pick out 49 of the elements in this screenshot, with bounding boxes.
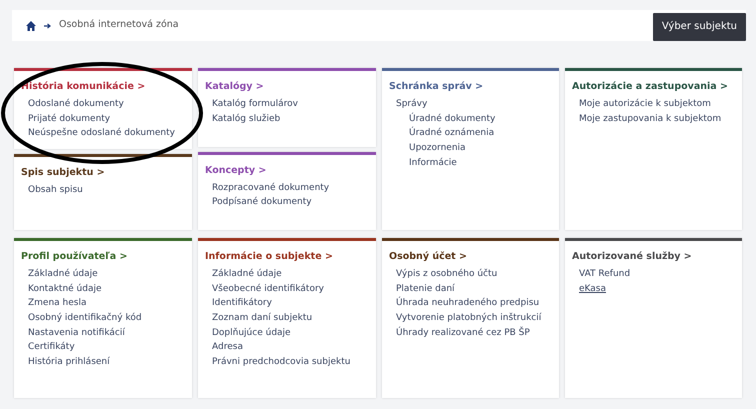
home-icon[interactable] [26, 20, 36, 30]
card-title-link[interactable]: Schránka správ > [389, 80, 552, 94]
menu-link[interactable]: Podpísané dokumenty [205, 195, 369, 210]
menu-link[interactable]: Zoznam daní subjektu [205, 311, 369, 326]
menu-link[interactable]: Nastavenia notifikácií [21, 326, 185, 340]
card-title-link[interactable]: Spis subjektu > [21, 166, 185, 180]
card-title-link[interactable]: Informácie o subjekte > [205, 250, 369, 264]
menu-link[interactable]: Obsah spisu [21, 183, 185, 198]
menu-link[interactable]: Upozornenia [389, 141, 552, 156]
menu-link[interactable]: Úradné oznámenia [389, 126, 552, 142]
card-title-link[interactable]: Koncepty > [205, 164, 369, 178]
select-subject-button[interactable]: Výber subjektu [652, 12, 746, 40]
menu-link[interactable]: Identifikátory [205, 296, 369, 312]
card-title-link[interactable]: Profil používateľa > [21, 250, 185, 264]
menu-link[interactable]: Prijaté dokumenty [21, 112, 185, 126]
menu-link[interactable]: Úhrada neuhradeného predpisu [389, 296, 552, 312]
menu-link[interactable]: Zmena hesla [21, 296, 185, 312]
menu-link[interactable]: Moje zastupovania k subjektom [572, 112, 735, 126]
menu-link[interactable]: Moje autorizácie k subjektom [572, 97, 735, 112]
menu-link[interactable]: Všeobecné identifikátory [205, 282, 369, 296]
menu-link[interactable]: Rozpracované dokumenty [205, 180, 369, 196]
menu-link[interactable]: VAT Refund [572, 267, 735, 282]
menu-link[interactable]: Katalóg služieb [205, 112, 369, 126]
menu-link[interactable]: Neúspešne odoslané dokumenty [21, 126, 185, 142]
menu-link[interactable]: Úhrady realizované cez PB ŠP [389, 326, 552, 340]
menu-link[interactable]: Právni predchodcovia subjektu [205, 354, 369, 370]
menu-link[interactable]: Platenie daní [389, 282, 552, 296]
card-title-link[interactable]: Autorizované služby > [572, 250, 735, 264]
menu-link[interactable]: Adresa [205, 340, 369, 355]
card-title-link[interactable]: Katalógy > [205, 80, 369, 94]
menu-link[interactable]: Certifikáty [21, 340, 185, 355]
menu-link[interactable]: eKasa [572, 282, 735, 296]
menu-link[interactable]: Odoslané dokumenty [21, 97, 185, 112]
menu-link[interactable]: Základné údaje [205, 267, 369, 282]
menu-link[interactable]: Kontaktné údaje [21, 282, 185, 296]
arrow-icon [44, 22, 51, 28]
menu-link[interactable]: Základné údaje [21, 267, 185, 282]
card-title-link[interactable]: Osobný účet > [389, 250, 552, 264]
breadcrumb-link[interactable]: Osobná internetová zóna [59, 18, 179, 33]
menu-link[interactable]: Správy [389, 97, 552, 112]
menu-link[interactable]: História prihlásení [21, 354, 185, 370]
menu-link[interactable]: Úradné dokumenty [389, 112, 552, 126]
card-title-link[interactable]: Autorizácie a zastupovania > [572, 80, 735, 94]
menu-link[interactable]: Výpis z osobného účtu [389, 267, 552, 282]
menu-link[interactable]: Doplňujúce údaje [205, 326, 369, 340]
menu-link[interactable]: Informácie [389, 156, 552, 170]
menu-link[interactable]: Katalóg formulárov [205, 97, 369, 112]
menu-link[interactable]: Vytvorenie platobných inštrukcií [389, 311, 552, 326]
menu-link[interactable]: Osobný identifikačný kód [21, 311, 185, 326]
